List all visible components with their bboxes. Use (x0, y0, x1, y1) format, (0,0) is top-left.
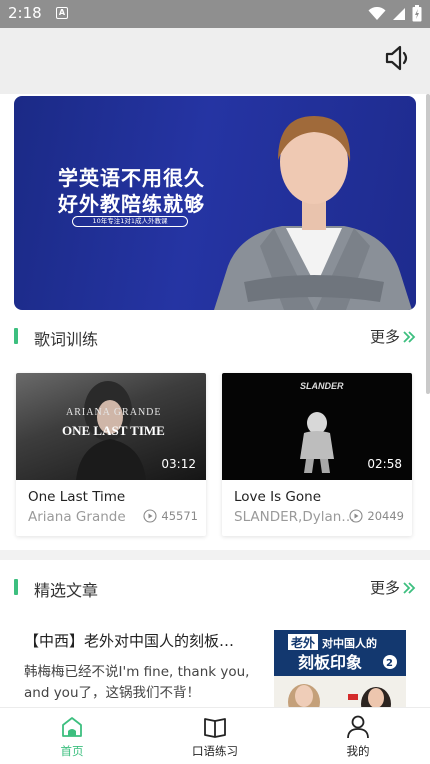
play-count-value: 20449 (367, 509, 404, 523)
banner-headline-2: 好外教陪练就够 (58, 192, 205, 216)
video-play-count: 45571 (143, 509, 198, 523)
play-circle-icon (349, 509, 363, 523)
a-notification-icon: A (56, 7, 68, 19)
articles-section-title: 精选文章 (34, 581, 99, 600)
double-chevron-right-icon (403, 581, 416, 594)
thumb-artist-text: SLANDER (300, 381, 344, 391)
video-duration: 03:12 (161, 457, 196, 471)
banner-headline-1: 学英语不用很久 (58, 166, 205, 190)
banner-tagline: 10年专注1对1成人外教课 (72, 216, 188, 227)
video-duration: 02:58 (367, 457, 402, 471)
articles-more-link[interactable]: 更多 (370, 577, 416, 598)
more-label: 更多 (369, 579, 400, 597)
article-thumbnail: 老外 对中国人的 刻板印象 2 (274, 630, 406, 710)
article-thumbnail-art: 老外 对中国人的 刻板印象 2 (274, 630, 406, 710)
double-chevron-right-icon (403, 330, 416, 343)
section-divider (0, 550, 430, 560)
section-accent-bar (14, 579, 18, 595)
nav-home-label: 首页 (60, 744, 84, 758)
lyrics-more-link[interactable]: 更多 (370, 326, 416, 347)
nav-speaking-label: 口语练习 (192, 744, 238, 758)
status-time: 2:18 (8, 4, 42, 22)
thumb-text-2: 对中国人的 (322, 636, 377, 650)
nav-speaking-practice[interactable]: 口语练习 (175, 714, 255, 764)
nav-profile[interactable]: 我的 (318, 714, 398, 764)
battery-icon (412, 5, 422, 22)
nav-home[interactable]: 首页 (32, 714, 112, 764)
status-icons (368, 5, 422, 22)
wifi-icon (368, 6, 386, 20)
teacher-image (214, 116, 412, 310)
header (0, 28, 430, 94)
thumb-text-3: 刻板印象 (298, 653, 362, 672)
video-title: One Last Time (28, 489, 126, 505)
section-accent-bar (14, 328, 18, 344)
speaker-button[interactable] (382, 42, 414, 74)
promo-banner[interactable]: 学英语不用很久 好外教陪练就够 10年专注1对1成人外教课 (14, 96, 416, 310)
book-icon (204, 718, 226, 738)
video-play-count: 20449 (349, 509, 404, 523)
video-card-love-is-gone[interactable]: SLANDER 02:58 Love Is Gone SLANDER,Dylan… (222, 373, 412, 536)
nav-profile-label: 我的 (346, 744, 370, 758)
person-icon (347, 715, 369, 739)
thumb-badge: 2 (386, 658, 393, 669)
scrollbar[interactable] (426, 94, 430, 394)
video-card-one-last-time[interactable]: ARIANA GRANDE ONE LAST TIME 03:12 One La… (16, 373, 206, 536)
thumb-artist-text: ARIANA GRANDE (66, 407, 162, 418)
article-summary: 韩梅梅已经不说I'm fine, thank you, and you了，这锅我… (24, 664, 250, 701)
articles-section-header: 精选文章 更多 (14, 575, 416, 600)
home-icon (62, 717, 82, 737)
play-circle-icon (143, 509, 157, 523)
more-label: 更多 (369, 328, 400, 346)
status-bar: 2:18 A (0, 0, 430, 28)
play-count-value: 45571 (161, 509, 198, 523)
video-artist: SLANDER,Dylan… (234, 509, 355, 525)
thumb-song-text: ONE LAST TIME (62, 423, 165, 438)
lyrics-section-header: 歌词训练 更多 (14, 324, 416, 349)
thumb-text-1: 老外 (291, 635, 315, 650)
lyrics-section-title: 歌词训练 (34, 330, 99, 349)
bottom-nav: 首页 口语练习 我的 (0, 707, 430, 764)
signal-icon (393, 7, 405, 20)
article-title: 【中西】老外对中国人的刻板… (24, 632, 235, 650)
video-artist: Ariana Grande (28, 509, 126, 525)
video-title: Love Is Gone (234, 489, 322, 505)
speaker-icon (385, 45, 408, 71)
